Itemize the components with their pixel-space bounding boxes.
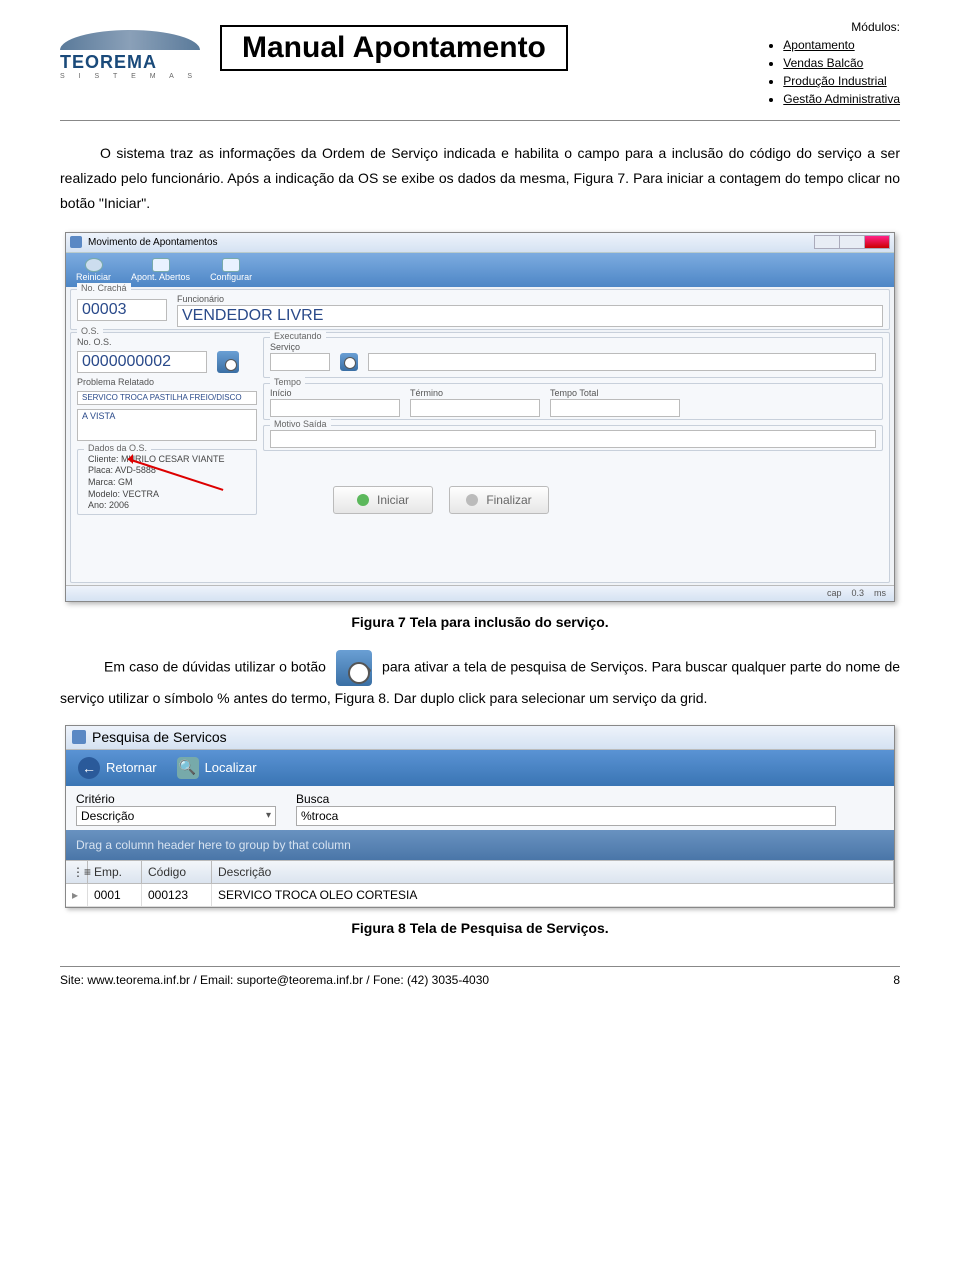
search-icon: 🔍 (177, 757, 199, 779)
minimize-button[interactable] (814, 235, 840, 249)
fieldset-cracha: No. Crachá 00003 Funcionário VENDEDOR LI… (70, 289, 890, 330)
group-by-bar[interactable]: Drag a column header here to group by th… (66, 830, 894, 860)
row-indicator-icon: ▸ (66, 884, 88, 906)
module-item: Vendas Balcão (783, 56, 900, 70)
criterio-label: Critério (76, 792, 276, 806)
configurar-button[interactable]: Configurar (210, 258, 252, 282)
play-icon (357, 494, 369, 506)
window-title: Pesquisa de Servicos (92, 729, 227, 745)
refresh-icon (85, 258, 103, 272)
apont-abertos-button[interactable]: Apont. Abertos (131, 258, 190, 282)
app-icon (72, 730, 86, 744)
window-title: Movimento de Apontamentos (88, 237, 218, 248)
ribbon-toolbar: ← Retornar 🔍 Localizar (66, 750, 894, 786)
window-titlebar: Pesquisa de Servicos (66, 726, 894, 750)
document-header: TEOREMA S I S T E M A S Manual Apontamen… (60, 20, 900, 110)
paragraph-1: O sistema traz as informações da Ordem d… (60, 141, 900, 217)
gear-icon (222, 258, 240, 272)
annotation-arrow-icon (128, 458, 228, 488)
screenshot-figure-7: Movimento de Apontamentos Reiniciar Apon… (65, 232, 895, 602)
module-item: Apontamento (783, 38, 900, 52)
stop-icon (466, 494, 478, 506)
cracha-input[interactable]: 00003 (77, 299, 167, 321)
col-codigo[interactable]: Código (142, 861, 212, 883)
figure-8-caption: Figura 8 Tela de Pesquisa de Serviços. (60, 920, 900, 936)
chevron-down-icon: ▾ (266, 810, 271, 821)
modules-heading: Módulos: (763, 20, 900, 34)
search-icon (336, 650, 372, 686)
close-button[interactable] (864, 235, 890, 249)
motivo-field (270, 430, 876, 448)
funcionario-field: VENDEDOR LIVRE (177, 305, 883, 327)
cell-codigo: 000123 (142, 884, 212, 906)
grid-header: ⋮≡ Emp. Código Descrição (66, 860, 894, 884)
app-icon (70, 236, 82, 248)
document-title: Manual Apontamento (242, 31, 546, 64)
servico-code-input[interactable] (270, 353, 330, 371)
footer-divider (60, 966, 900, 967)
page-footer: Site: www.teorema.inf.br / Email: suport… (60, 973, 900, 987)
paragraph-2a: Em caso de dúvidas utilizar o botão (104, 658, 326, 674)
termino-field (410, 399, 540, 417)
modules-list: Módulos: Apontamento Vendas Balcão Produ… (763, 20, 900, 110)
back-arrow-icon: ← (78, 757, 100, 779)
table-row[interactable]: ▸ 0001 000123 SERVICO TROCA OLEO CORTESI… (66, 884, 894, 907)
app-toolbar: Reiniciar Apont. Abertos Configurar (66, 253, 894, 287)
document-title-box: Manual Apontamento (220, 25, 568, 71)
col-emp[interactable]: Emp. (88, 861, 142, 883)
criterio-select[interactable]: Descrição ▾ (76, 806, 276, 826)
cell-descricao: SERVICO TROCA OLEO CORTESIA (212, 884, 894, 906)
search-servico-icon[interactable] (340, 353, 358, 371)
reiniciar-button[interactable]: Reiniciar (76, 258, 111, 282)
screenshot-figure-8: Pesquisa de Servicos ← Retornar 🔍 Locali… (65, 725, 895, 908)
problema-field: SERVICO TROCA PASTILHA FREIO/DISCO (77, 391, 257, 405)
retornar-button[interactable]: ← Retornar (78, 757, 157, 779)
status-bar: cap 0.3 ms (66, 585, 894, 601)
busca-label: Busca (296, 792, 884, 806)
col-descricao[interactable]: Descrição (212, 861, 894, 883)
localizar-button[interactable]: 🔍 Localizar (177, 757, 257, 779)
avista-field: A VISTA (77, 409, 257, 441)
maximize-button[interactable] (839, 235, 865, 249)
module-item: Produção Industrial (783, 74, 900, 88)
logo-text: TEOREMA (60, 52, 200, 73)
fieldset-os: O.S. No. O.S. 0000000002 Problema Relata… (70, 332, 890, 583)
tempototal-field (550, 399, 680, 417)
row-selector-header: ⋮≡ (66, 861, 88, 883)
iniciar-button[interactable]: Iniciar (333, 486, 433, 514)
list-icon (152, 258, 170, 272)
cell-emp: 0001 (88, 884, 142, 906)
figure-7-caption: Figura 7 Tela para inclusão do serviço. (60, 614, 900, 630)
finalizar-button[interactable]: Finalizar (449, 486, 549, 514)
footer-text: Site: www.teorema.inf.br / Email: suport… (60, 973, 489, 987)
header-divider (60, 120, 900, 121)
logo: TEOREMA S I S T E M A S (60, 20, 200, 80)
search-os-icon[interactable] (217, 351, 239, 373)
logo-subtext: S I S T E M A S (60, 73, 200, 80)
os-input[interactable]: 0000000002 (77, 351, 207, 373)
busca-input[interactable]: %troca (296, 806, 836, 826)
servico-name-field (368, 353, 876, 371)
inicio-field (270, 399, 400, 417)
page-number: 8 (893, 973, 900, 987)
module-item: Gestão Administrativa (783, 92, 900, 106)
window-titlebar: Movimento de Apontamentos (66, 233, 894, 253)
